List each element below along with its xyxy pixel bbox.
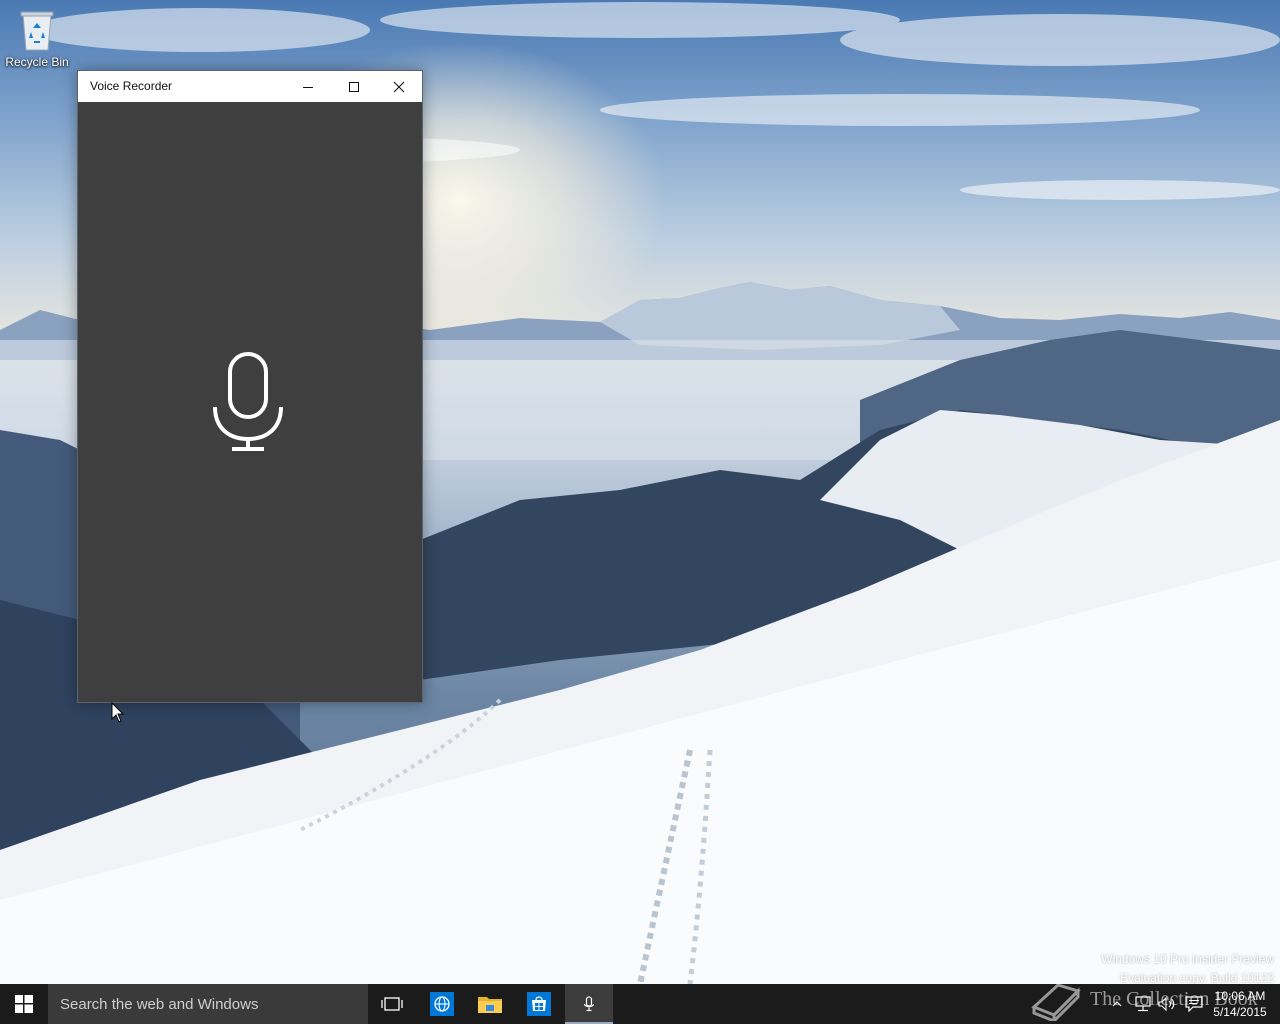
- book-logo-icon: [1031, 983, 1081, 1021]
- taskbar-store[interactable]: [515, 984, 563, 1024]
- taskbar-voice-recorder[interactable]: [565, 984, 613, 1024]
- record-button[interactable]: [208, 347, 288, 457]
- microphone-icon: [583, 996, 595, 1012]
- task-view-button[interactable]: [368, 984, 416, 1024]
- taskbar-file-explorer[interactable]: [466, 984, 514, 1024]
- maximize-button[interactable]: [331, 71, 377, 102]
- brand-text: The Collection Book: [1090, 987, 1258, 1010]
- globe-icon: [430, 992, 454, 1016]
- recycle-bin-icon: [17, 8, 57, 54]
- search-box[interactable]: Search the web and Windows: [48, 984, 368, 1024]
- maximize-icon: [349, 81, 359, 92]
- voice-recorder-window[interactable]: Voice Recorder: [77, 70, 423, 703]
- minimize-button[interactable]: [285, 71, 331, 102]
- recorder-content: [78, 102, 422, 702]
- watermark-line-1: Windows 10 Pro Insider Preview: [1101, 952, 1274, 966]
- brand-overlay: The Collection Book: [1030, 976, 1258, 1022]
- recycle-bin-label: Recycle Bin: [5, 55, 69, 69]
- window-title: Voice Recorder: [90, 79, 173, 93]
- close-icon: [393, 81, 405, 92]
- mouse-cursor-icon: [111, 702, 125, 723]
- start-button[interactable]: [0, 984, 48, 1024]
- microphone-icon: [213, 352, 283, 451]
- title-bar[interactable]: Voice Recorder: [78, 71, 422, 102]
- store-icon: [527, 992, 551, 1016]
- desktop-icon-recycle-bin[interactable]: Recycle Bin: [4, 8, 70, 69]
- taskbar-internet-explorer[interactable]: [418, 984, 466, 1024]
- close-button[interactable]: [376, 71, 422, 102]
- task-view-icon: [381, 997, 403, 1011]
- minimize-icon: [303, 86, 313, 88]
- folder-icon: [478, 997, 502, 1013]
- windows-logo-icon: [15, 995, 33, 1013]
- search-placeholder: Search the web and Windows: [60, 995, 259, 1013]
